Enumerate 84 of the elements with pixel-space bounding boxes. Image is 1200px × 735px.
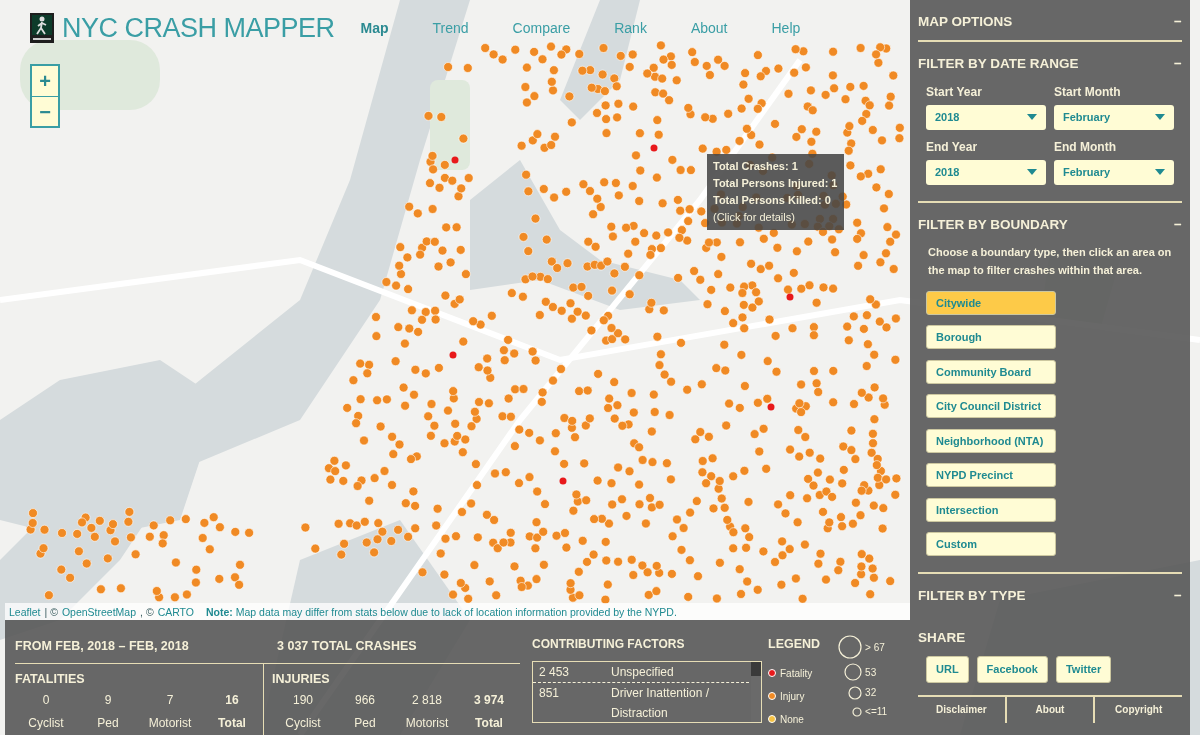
collapse-toggle[interactable]: − bbox=[1174, 54, 1182, 75]
boundary-option-button[interactable]: Citywide bbox=[926, 290, 1056, 315]
stat-value: 7 bbox=[165, 691, 175, 709]
legend-label: Injury bbox=[780, 689, 805, 704]
stat-label: Motorist bbox=[404, 714, 450, 732]
attribution-link[interactable]: OpenStreetMap bbox=[61, 606, 137, 618]
boundary-option-button[interactable]: Neighborhood (NTA) bbox=[926, 428, 1056, 453]
nav-link[interactable]: Compare bbox=[512, 17, 571, 39]
share-button[interactable]: Twitter bbox=[1055, 656, 1112, 683]
zoom-out-button[interactable]: − bbox=[32, 96, 58, 126]
section-title: FILTER BY BOUNDARY bbox=[918, 215, 1068, 234]
stat-label: Motorist bbox=[147, 714, 193, 732]
tooltip-text: Total Crashes: 1 bbox=[713, 159, 799, 174]
group-title: FATALITIES bbox=[15, 670, 86, 688]
footer-link[interactable]: About bbox=[1004, 696, 1094, 723]
tooltip-text: Total Persons Injured: 1 bbox=[713, 176, 838, 191]
zoom-in-button[interactable]: + bbox=[32, 66, 58, 96]
boundary-option-button[interactable]: Community Board bbox=[926, 359, 1056, 384]
section-title: SHARE bbox=[918, 629, 966, 647]
note-text: Note: Map data may differ from stats below due to lack of location information provided by the NYPD. bbox=[206, 606, 677, 618]
field-label: End Month bbox=[1054, 138, 1117, 156]
stat-value: 190 bbox=[292, 691, 314, 709]
nav-link[interactable]: Trend bbox=[432, 17, 469, 39]
app-title: NYC CRASH MAPPER bbox=[62, 12, 335, 45]
factor-count: 851 bbox=[539, 685, 561, 702]
select-field[interactable]: 2018 bbox=[926, 159, 1046, 185]
size-label: 32 bbox=[865, 686, 878, 700]
stat-value: 966 bbox=[354, 691, 376, 709]
stat-label: Ped bbox=[96, 714, 120, 732]
boundary-option-button[interactable]: Custom bbox=[926, 532, 1056, 557]
size-label: <=11 bbox=[865, 705, 889, 719]
tooltip-text: Total Persons Killed: 0 bbox=[713, 193, 832, 208]
share-button[interactable]: Facebook bbox=[976, 656, 1048, 683]
nav-link[interactable]: Rank bbox=[614, 17, 647, 39]
nav-link[interactable]: Help bbox=[771, 17, 801, 39]
field-label: Start Year bbox=[926, 83, 983, 101]
size-label: 53 bbox=[865, 665, 878, 680]
section-title: FILTER BY DATE RANGE bbox=[918, 55, 1079, 74]
field-label: End Year bbox=[926, 138, 979, 156]
attribution-link[interactable]: Leaflet bbox=[9, 606, 41, 618]
attribution-text: | © bbox=[44, 606, 58, 618]
size-label: > 67 bbox=[865, 640, 886, 655]
legend-label: None bbox=[780, 712, 804, 727]
section-title: MAP OPTIONS bbox=[918, 13, 1013, 31]
field-label: Start Month bbox=[1054, 83, 1122, 101]
share-button[interactable]: URL bbox=[926, 656, 969, 683]
select-field[interactable]: February bbox=[1054, 159, 1174, 185]
factor-count: 2 453 bbox=[539, 664, 571, 681]
stat-value: 0 bbox=[41, 691, 51, 709]
date-range-heading: FROM FEB, 2018 – FEB, 2018 bbox=[15, 638, 190, 655]
stat-label: Ped bbox=[353, 714, 377, 732]
select-field[interactable]: 2018 bbox=[926, 104, 1046, 130]
boundary-option-button[interactable]: Intersection bbox=[926, 497, 1056, 522]
stat-value: 3 974 bbox=[473, 691, 505, 709]
select-field[interactable]: February bbox=[1054, 104, 1174, 130]
stat-label: Cyclist bbox=[284, 714, 322, 732]
factor-name: Unspecified bbox=[611, 664, 675, 681]
stat-label: Total bbox=[474, 714, 504, 732]
attribution-link[interactable]: CARTO bbox=[157, 606, 194, 618]
legend-label: Fatality bbox=[780, 666, 813, 681]
attribution-text: , © bbox=[140, 606, 154, 618]
tooltip-text: (Click for details) bbox=[713, 210, 796, 225]
description-text: Choose a boundary type, then click an area on the map to filter crashes within that area. bbox=[928, 244, 1173, 278]
boundary-option-button[interactable]: NYPD Precinct bbox=[926, 463, 1056, 488]
stat-label: Total bbox=[217, 714, 247, 732]
stat-value: 9 bbox=[103, 691, 113, 709]
footer-link[interactable]: Disclaimer bbox=[918, 696, 1005, 723]
collapse-toggle[interactable]: − bbox=[1174, 12, 1182, 33]
group-title: INJURIES bbox=[272, 670, 331, 688]
nav-link[interactable]: Map bbox=[360, 17, 389, 39]
stat-value: 2 818 bbox=[411, 691, 443, 709]
collapse-toggle[interactable]: − bbox=[1174, 214, 1182, 235]
total-crashes-heading: 3 037 TOTAL CRASHES bbox=[277, 638, 417, 655]
boundary-option-button[interactable]: City Council District bbox=[926, 394, 1056, 419]
footer-link[interactable]: Copyright bbox=[1093, 696, 1182, 723]
section-title: FILTER BY TYPE bbox=[918, 587, 1026, 606]
legend-title: LEGEND bbox=[768, 636, 821, 653]
collapse-toggle[interactable]: − bbox=[1174, 586, 1182, 607]
boundary-option-button[interactable]: Borough bbox=[926, 325, 1056, 350]
factor-name: Driver Inattention / Distraction bbox=[611, 685, 711, 722]
section-title: CONTRIBUTING FACTORS bbox=[532, 636, 686, 653]
stat-value: 16 bbox=[224, 691, 240, 709]
nav-link[interactable]: About bbox=[690, 17, 728, 39]
stat-label: Cyclist bbox=[27, 714, 65, 732]
